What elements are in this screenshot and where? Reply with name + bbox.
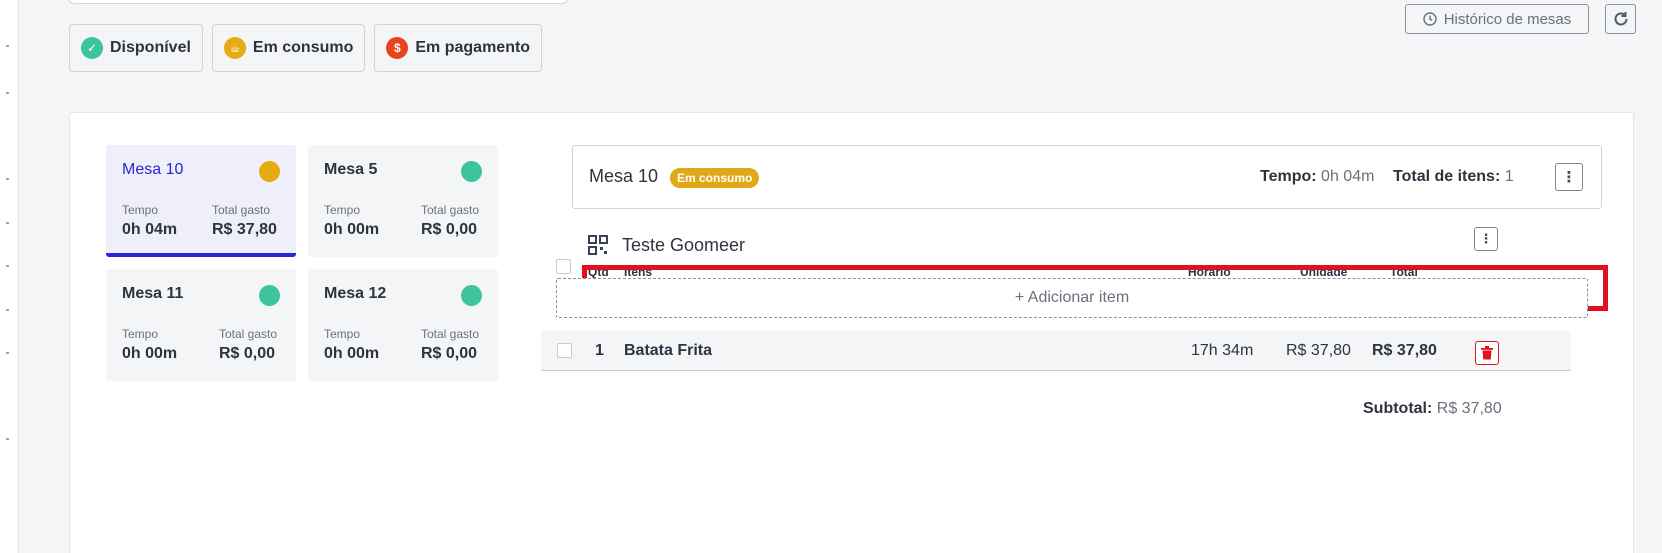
left-sidebar <box>0 0 19 553</box>
spent-label: Total gasto <box>421 203 480 217</box>
subtotal-value: R$ 37,80 <box>1436 400 1502 417</box>
items-meta: Total de itens: 1 <box>1393 168 1514 186</box>
items-meta-label: Total de itens: <box>1393 168 1501 185</box>
cup-icon: ☕ <box>223 37 246 59</box>
time-value: 0h 00m <box>122 345 178 362</box>
rail-marker <box>6 438 9 440</box>
row-qty: 1 <box>595 342 604 359</box>
refresh-icon <box>1614 12 1627 26</box>
status-dot <box>259 161 280 182</box>
search-field[interactable] <box>68 0 568 4</box>
row-checkbox[interactable] <box>557 343 572 358</box>
rail-marker <box>6 265 9 267</box>
row-unit: R$ 37,80 <box>1286 342 1351 359</box>
row-item: Batata Frita <box>624 342 713 359</box>
table-options-button[interactable]: ⋮ <box>1555 163 1583 191</box>
spent-label: Total gasto <box>421 327 480 341</box>
status-legend: ✓ Disponível ☕ Em consumo $ Em pagamento <box>69 24 543 72</box>
rail-marker <box>6 178 9 180</box>
table-detail-header: Mesa 10 Em consumo Tempo: 0h 04m Total d… <box>572 145 1602 209</box>
spent-value: R$ 37,80 <box>212 221 277 238</box>
select-all-checkbox[interactable] <box>556 259 571 274</box>
subtotal: Subtotal: R$ 37,80 <box>1363 400 1502 418</box>
qr-code-icon <box>588 235 608 255</box>
time-label: Tempo <box>122 203 159 217</box>
table-name: Mesa 5 <box>324 161 378 178</box>
legend-label: Disponível <box>110 39 191 56</box>
rail-marker <box>6 45 9 47</box>
rail-marker <box>6 222 9 224</box>
time-value: 0h 00m <box>324 345 380 362</box>
legend-in-consumption[interactable]: ☕ Em consumo <box>211 24 366 72</box>
table-name: Mesa 10 <box>122 161 184 178</box>
table-card-mesa-12[interactable]: Mesa 12 Tempo Total gasto 0h 00m R$ 0,00 <box>308 269 498 381</box>
time-label: Tempo <box>324 327 361 341</box>
subtotal-label: Subtotal: <box>1363 400 1433 417</box>
table-name: Mesa 12 <box>324 285 387 302</box>
table-row[interactable]: 1 Batata Frita 17h 34m R$ 37,80 R$ 37,80 <box>541 331 1571 371</box>
spent-label: Total gasto <box>219 327 278 341</box>
spent-value: R$ 0,00 <box>421 221 478 238</box>
table-history-button[interactable]: Histórico de mesas <box>1405 4 1589 34</box>
items-meta-value: 1 <box>1504 168 1514 185</box>
more-vertical-icon: ⋮ <box>1479 231 1493 246</box>
spent-value: R$ 0,00 <box>219 345 276 362</box>
spent-value: R$ 0,00 <box>421 345 478 362</box>
time-value: 0h 04m <box>122 221 178 238</box>
status-dot <box>461 285 482 306</box>
rail-marker <box>6 309 9 311</box>
legend-in-payment[interactable]: $ Em pagamento <box>374 24 543 72</box>
dollar-icon: $ <box>386 37 409 59</box>
time-label: Tempo <box>122 327 159 341</box>
order-group-header: Teste Goomeer <box>588 233 745 257</box>
detail-title: Mesa 10 <box>589 166 659 186</box>
time-meta: Tempo: 0h 04m <box>1260 168 1374 186</box>
table-card-mesa-5[interactable]: Mesa 5 Tempo Total gasto 0h 00m R$ 0,00 <box>308 145 498 257</box>
more-vertical-icon: ⋮ <box>1561 169 1577 186</box>
time-meta-value: 0h 04m <box>1321 168 1375 185</box>
group-title: Teste Goomeer <box>622 234 746 255</box>
history-label: Histórico de mesas <box>1443 10 1572 28</box>
time-label: Tempo <box>324 203 361 217</box>
legend-label: Em consumo <box>252 39 354 56</box>
status-dot <box>259 285 280 306</box>
delete-item-button[interactable] <box>1475 341 1499 365</box>
status-badge: Em consumo <box>670 168 760 188</box>
legend-available[interactable]: ✓ Disponível <box>69 24 203 72</box>
row-total: R$ 37,80 <box>1372 342 1437 359</box>
refresh-button[interactable] <box>1605 4 1636 34</box>
row-time: 17h 34m <box>1191 342 1254 359</box>
table-name: Mesa 11 <box>122 285 184 302</box>
clock-icon <box>1423 12 1437 26</box>
tables-panel: Mesa 10 Tempo Total gasto 0h 04m R$ 37,8… <box>69 112 1634 553</box>
status-dot <box>461 161 482 182</box>
legend-label: Em pagamento <box>415 39 531 56</box>
spent-label: Total gasto <box>212 203 271 217</box>
check-circle-icon: ✓ <box>81 37 103 59</box>
add-item-button[interactable]: + Adicionar item <box>556 278 1588 318</box>
time-value: 0h 00m <box>324 221 380 238</box>
table-card-mesa-10[interactable]: Mesa 10 Tempo Total gasto 0h 04m R$ 37,8… <box>106 145 296 257</box>
group-options-button[interactable]: ⋮ <box>1474 227 1498 251</box>
table-card-mesa-11[interactable]: Mesa 11 Tempo Total gasto 0h 00m R$ 0,00 <box>106 269 296 381</box>
rail-marker <box>6 352 9 354</box>
trash-icon <box>1481 346 1493 360</box>
time-meta-label: Tempo: <box>1260 168 1317 185</box>
rail-marker <box>6 92 9 94</box>
